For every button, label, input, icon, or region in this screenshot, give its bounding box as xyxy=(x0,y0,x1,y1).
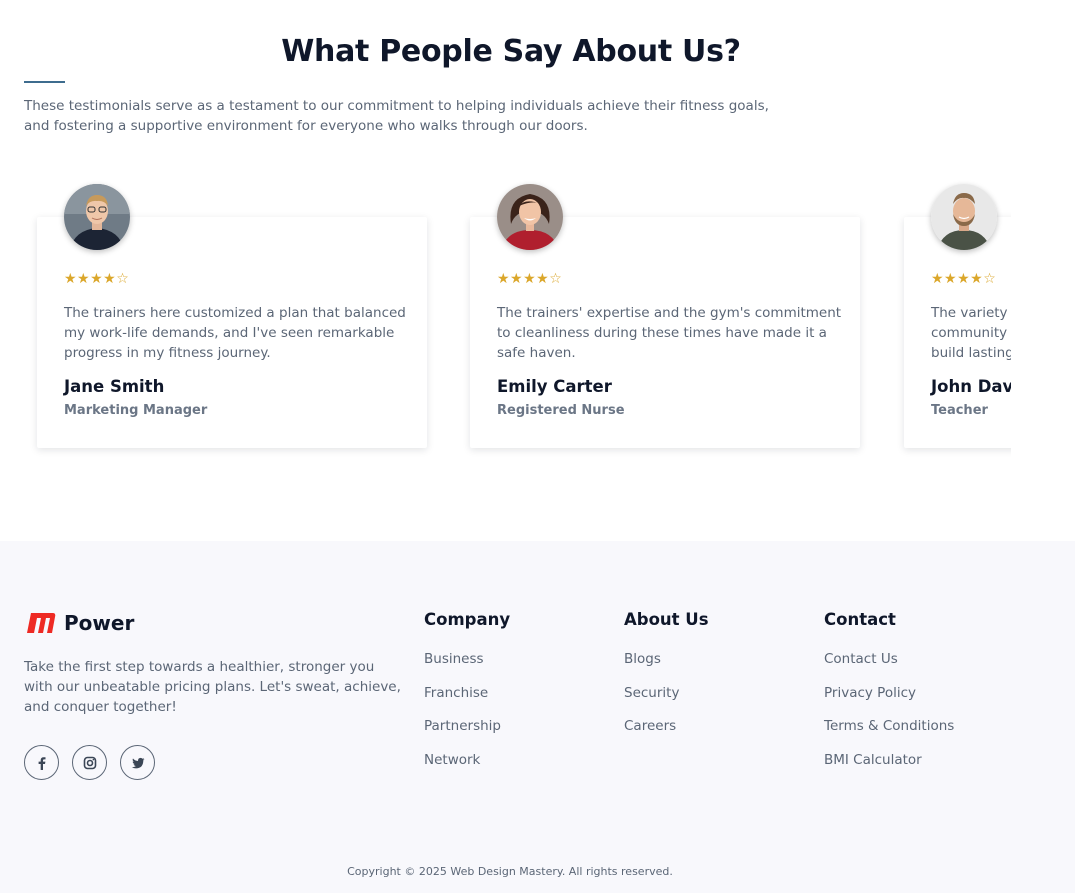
reviewer-role: Registered Nurse xyxy=(497,403,625,418)
footer-column-contact: Contact Contact Us Privacy Policy Terms … xyxy=(824,610,954,785)
testimonials-section: What People Say About Us? These testimon… xyxy=(0,0,1075,541)
testimonial-card: ★★★★☆ The variety of classes and the sup… xyxy=(904,184,1011,448)
social-links xyxy=(24,745,168,780)
testimonial-card: ★★★★☆ The trainers here customized a pla… xyxy=(37,184,427,448)
footer-link-network[interactable]: Network xyxy=(424,752,510,786)
instagram-link[interactable] xyxy=(72,745,107,780)
reviewer-name: John Davis xyxy=(931,377,1011,396)
facebook-link[interactable] xyxy=(24,745,59,780)
reviewer-name: Emily Carter xyxy=(497,377,612,396)
footer-link-careers[interactable]: Careers xyxy=(624,718,709,752)
reviewer-role: Teacher xyxy=(931,403,988,418)
column-title: Company xyxy=(424,610,511,629)
footer-description: Take the first step towards a healthier,… xyxy=(24,659,401,715)
avatar xyxy=(497,184,563,250)
footer-link-bmi-calculator[interactable]: BMI Calculator xyxy=(824,752,954,786)
testimonial-card: ★★★★☆ The trainers' expertise and the gy… xyxy=(470,184,860,448)
site-footer: Power Take the first step towards a heal… xyxy=(0,541,1075,893)
footer-link-security[interactable]: Security xyxy=(624,685,709,719)
footer-link-contact-us[interactable]: Contact Us xyxy=(824,651,954,685)
brand[interactable]: Power xyxy=(24,611,134,635)
copyright-text: Copyright © 2025 Web Design Mastery. All… xyxy=(347,865,673,878)
column-title: Contact xyxy=(824,610,896,629)
testimonial-quote: The trainers here customized a plan that… xyxy=(64,305,406,361)
column-title: About Us xyxy=(624,610,709,629)
instagram-icon xyxy=(83,756,96,769)
twitter-link[interactable] xyxy=(120,745,155,780)
testimonial-quote: The variety of classes and the supportiv… xyxy=(931,305,1011,361)
footer-link-blogs[interactable]: Blogs xyxy=(624,651,709,685)
star-rating: ★★★★☆ xyxy=(64,271,130,287)
brand-logo-icon xyxy=(27,613,56,633)
section-description: These testimonials serve as a testament … xyxy=(24,98,769,134)
star-rating: ★★★★☆ xyxy=(497,271,563,287)
footer-column-company: Company Business Franchise Partnership N… xyxy=(424,610,510,785)
testimonial-carousel[interactable]: ★★★★☆ The trainers here customized a pla… xyxy=(0,170,1011,470)
reviewer-role: Marketing Manager xyxy=(64,403,208,418)
section-title: What People Say About Us? xyxy=(281,34,741,69)
twitter-icon xyxy=(131,757,144,768)
reviewer-name: Jane Smith xyxy=(64,377,165,396)
avatar xyxy=(931,184,997,250)
star-rating: ★★★★☆ xyxy=(931,271,997,287)
footer-link-partnership[interactable]: Partnership xyxy=(424,718,510,752)
footer-link-business[interactable]: Business xyxy=(424,651,510,685)
footer-column-about: About Us Blogs Security Careers xyxy=(624,610,709,752)
testimonial-quote: The trainers' expertise and the gym's co… xyxy=(497,305,842,361)
brand-name: Power xyxy=(64,611,135,635)
footer-link-franchise[interactable]: Franchise xyxy=(424,685,510,719)
footer-link-terms[interactable]: Terms & Conditions xyxy=(824,718,954,752)
facebook-icon xyxy=(38,756,45,770)
title-underline xyxy=(24,81,65,83)
avatar xyxy=(64,184,130,250)
footer-link-privacy-policy[interactable]: Privacy Policy xyxy=(824,685,954,719)
